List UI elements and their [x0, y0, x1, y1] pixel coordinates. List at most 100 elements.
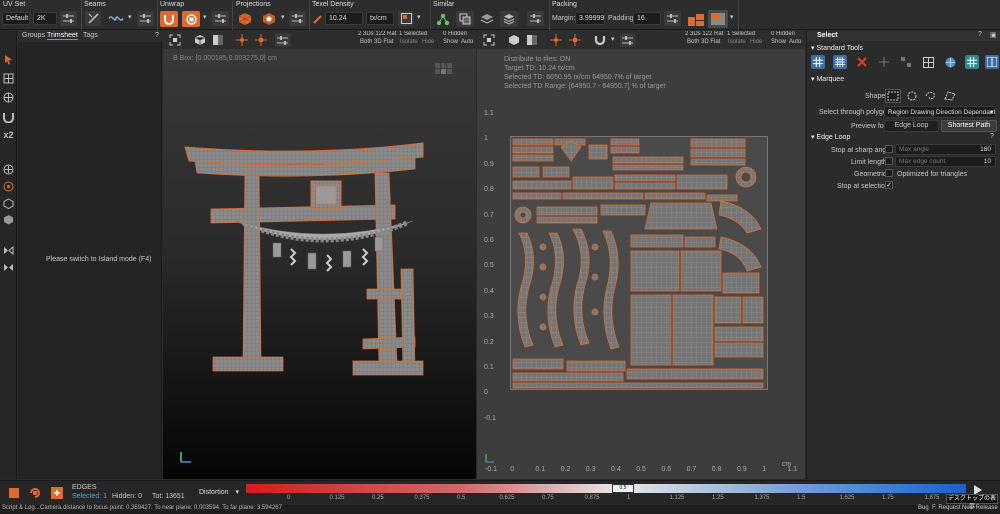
select-through-dropdown[interactable]: Region Drawing Direction Dependant ▾ — [884, 106, 996, 118]
seam-dropdown-icon[interactable]: ▾ — [128, 13, 132, 21]
similar-settings-icon[interactable] — [527, 11, 544, 26]
shape-polygon-icon[interactable] — [942, 89, 958, 103]
select-panel-pin-icon[interactable]: ▣ — [990, 31, 997, 39]
cube-tool-icon[interactable] — [2, 197, 15, 210]
tab-trimsheet[interactable]: Trimsheet — [47, 32, 78, 40]
viewport-3d-hide[interactable]: Hide — [422, 39, 434, 45]
bug-report-link[interactable]: Bug — [918, 505, 929, 511]
pack-tiles-icon[interactable] — [708, 10, 728, 28]
uv-cube-view-icon[interactable] — [507, 33, 521, 47]
view-cube-icon[interactable] — [435, 63, 453, 77]
marquee-header[interactable]: ▾ Marquee — [811, 75, 844, 83]
scale-x2-icon[interactable]: x2 — [1, 128, 16, 141]
uv-move-gizmo-icon[interactable] — [549, 33, 563, 47]
select-udim-icon[interactable] — [985, 55, 999, 69]
uv-show[interactable]: Show — [771, 39, 786, 45]
padding-input[interactable]: 16 — [633, 12, 661, 25]
select-all-icon[interactable] — [833, 55, 847, 69]
distortion-dropdown[interactable]: Distortion ▾ — [196, 487, 242, 499]
unfold-tool-icon[interactable] — [2, 111, 15, 124]
uv-display-icon[interactable] — [525, 33, 539, 47]
shortest-path-button[interactable]: Shortest Path — [941, 120, 997, 132]
tab-groups[interactable]: Groups — [22, 32, 45, 39]
stop-selection-checkbox[interactable]: ✓ — [885, 181, 893, 189]
unwrap-settings-icon[interactable] — [212, 11, 229, 26]
seam-settings-icon[interactable] — [137, 11, 154, 26]
deselect-icon[interactable] — [855, 55, 869, 69]
texel-apply-icon[interactable] — [398, 11, 414, 26]
stop-sharp-angle-checkbox[interactable] — [885, 145, 893, 153]
viewport-3d-auto[interactable]: Auto — [461, 39, 473, 45]
similar-select-icon[interactable] — [434, 11, 452, 27]
uv-hide[interactable]: Hide — [750, 39, 762, 45]
select-border-icon[interactable] — [921, 55, 935, 69]
snap-tool-icon[interactable] — [2, 163, 15, 176]
shape-lasso-icon[interactable] — [923, 89, 939, 103]
select-pattern-icon[interactable] — [899, 55, 913, 69]
texel-unit-select[interactable]: tx/cm — [366, 12, 394, 25]
uv-isolate[interactable]: Isolate — [728, 39, 746, 45]
select-tool-icon[interactable] — [2, 53, 15, 66]
tweak-tool-icon[interactable] — [2, 72, 15, 85]
gizmo-pivot-icon[interactable] — [254, 33, 268, 47]
texel-picker-icon[interactable] — [312, 12, 324, 26]
max-angle-field[interactable]: Max angle 180 — [895, 144, 996, 155]
uv-viewport-settings-icon[interactable] — [620, 33, 635, 47]
viewport-3d-show[interactable]: Show — [443, 39, 458, 45]
edge-loop-help-icon[interactable]: ? — [990, 133, 994, 140]
live-unwrap-icon[interactable] — [28, 486, 42, 500]
unwrap-dropdown-icon[interactable]: ▾ — [203, 13, 207, 21]
new-release-link[interactable]: New Release — [962, 505, 998, 511]
pack-icon[interactable] — [686, 10, 706, 28]
projection-dropdown-icon[interactable]: ▾ — [281, 13, 285, 21]
uv-frame-icon[interactable] — [482, 33, 496, 47]
optimize-icon[interactable] — [182, 11, 200, 27]
similar-layers-icon[interactable] — [478, 11, 496, 27]
select-sphere-icon[interactable] — [943, 55, 957, 69]
frame-icon[interactable] — [168, 33, 182, 47]
standard-tools-header[interactable]: ▾ Standard Tools — [811, 44, 863, 52]
left-panel-help-icon[interactable]: ? — [155, 32, 159, 39]
edge-loop-header[interactable]: ▾ Edge Loop — [811, 133, 850, 141]
uv-auto[interactable]: Auto — [789, 39, 801, 45]
uv-magnet-icon[interactable] — [593, 33, 607, 47]
uvset-size-select[interactable]: 2K — [33, 12, 57, 25]
shape-circle-icon[interactable] — [904, 89, 920, 103]
texel-density-input[interactable]: 10.24 — [325, 12, 363, 25]
grid-tool-icon[interactable] — [2, 91, 15, 104]
uv-mode[interactable]: Both 3D Flat — [687, 39, 720, 45]
packing-dropdown-icon[interactable]: ▾ — [730, 13, 734, 21]
project-cube-icon[interactable] — [260, 11, 278, 27]
select-island-icon[interactable] — [965, 55, 979, 69]
viewport-3d[interactable]: 2 3Ds 122 Rat Both 3D Flat 1 Selected Is… — [163, 31, 476, 479]
packing-settings-icon[interactable] — [664, 11, 681, 26]
select-grid-icon[interactable] — [811, 55, 825, 69]
shape-rect-icon[interactable] — [885, 89, 901, 103]
script-log-link[interactable]: Script & Log... — [2, 505, 40, 511]
select-cross-icon[interactable] — [877, 55, 891, 69]
viewport-3d-isolate[interactable]: Isolate — [400, 39, 418, 45]
similar-stack-icon[interactable] — [456, 11, 474, 27]
uv-magnet-dropdown-icon[interactable]: ▾ — [611, 35, 615, 43]
viewport-3d-settings-icon[interactable] — [275, 33, 290, 47]
select-panel-help-icon[interactable]: ? — [978, 31, 982, 38]
uvset-select[interactable]: Default — [2, 12, 30, 25]
uv-pivot-gizmo-icon[interactable] — [568, 33, 582, 47]
seam-weld-icon[interactable] — [106, 11, 126, 26]
stop-icon[interactable] — [8, 487, 20, 499]
hex-tool-icon[interactable] — [2, 213, 15, 226]
texel-dropdown-icon[interactable]: ▾ — [417, 13, 421, 21]
project-icon[interactable] — [236, 11, 254, 27]
geometric-checkbox[interactable] — [885, 169, 893, 177]
similar-stack2-icon[interactable] — [500, 11, 518, 27]
projection-settings-icon[interactable] — [289, 11, 306, 26]
edge-loop-button[interactable]: Edge Loop — [884, 120, 939, 132]
limit-length-checkbox[interactable] — [885, 157, 893, 165]
gizmo-move-icon[interactable] — [235, 33, 249, 47]
seam-cut-icon[interactable] — [85, 11, 101, 26]
pin-tool-icon[interactable] — [2, 180, 15, 193]
max-edge-count-field[interactable]: Max edge count 10 — [895, 156, 996, 167]
mirror-v-tool-icon[interactable] — [2, 261, 15, 274]
tab-tags[interactable]: Tags — [83, 32, 98, 39]
margin-input[interactable]: 3.99999 — [575, 12, 605, 25]
